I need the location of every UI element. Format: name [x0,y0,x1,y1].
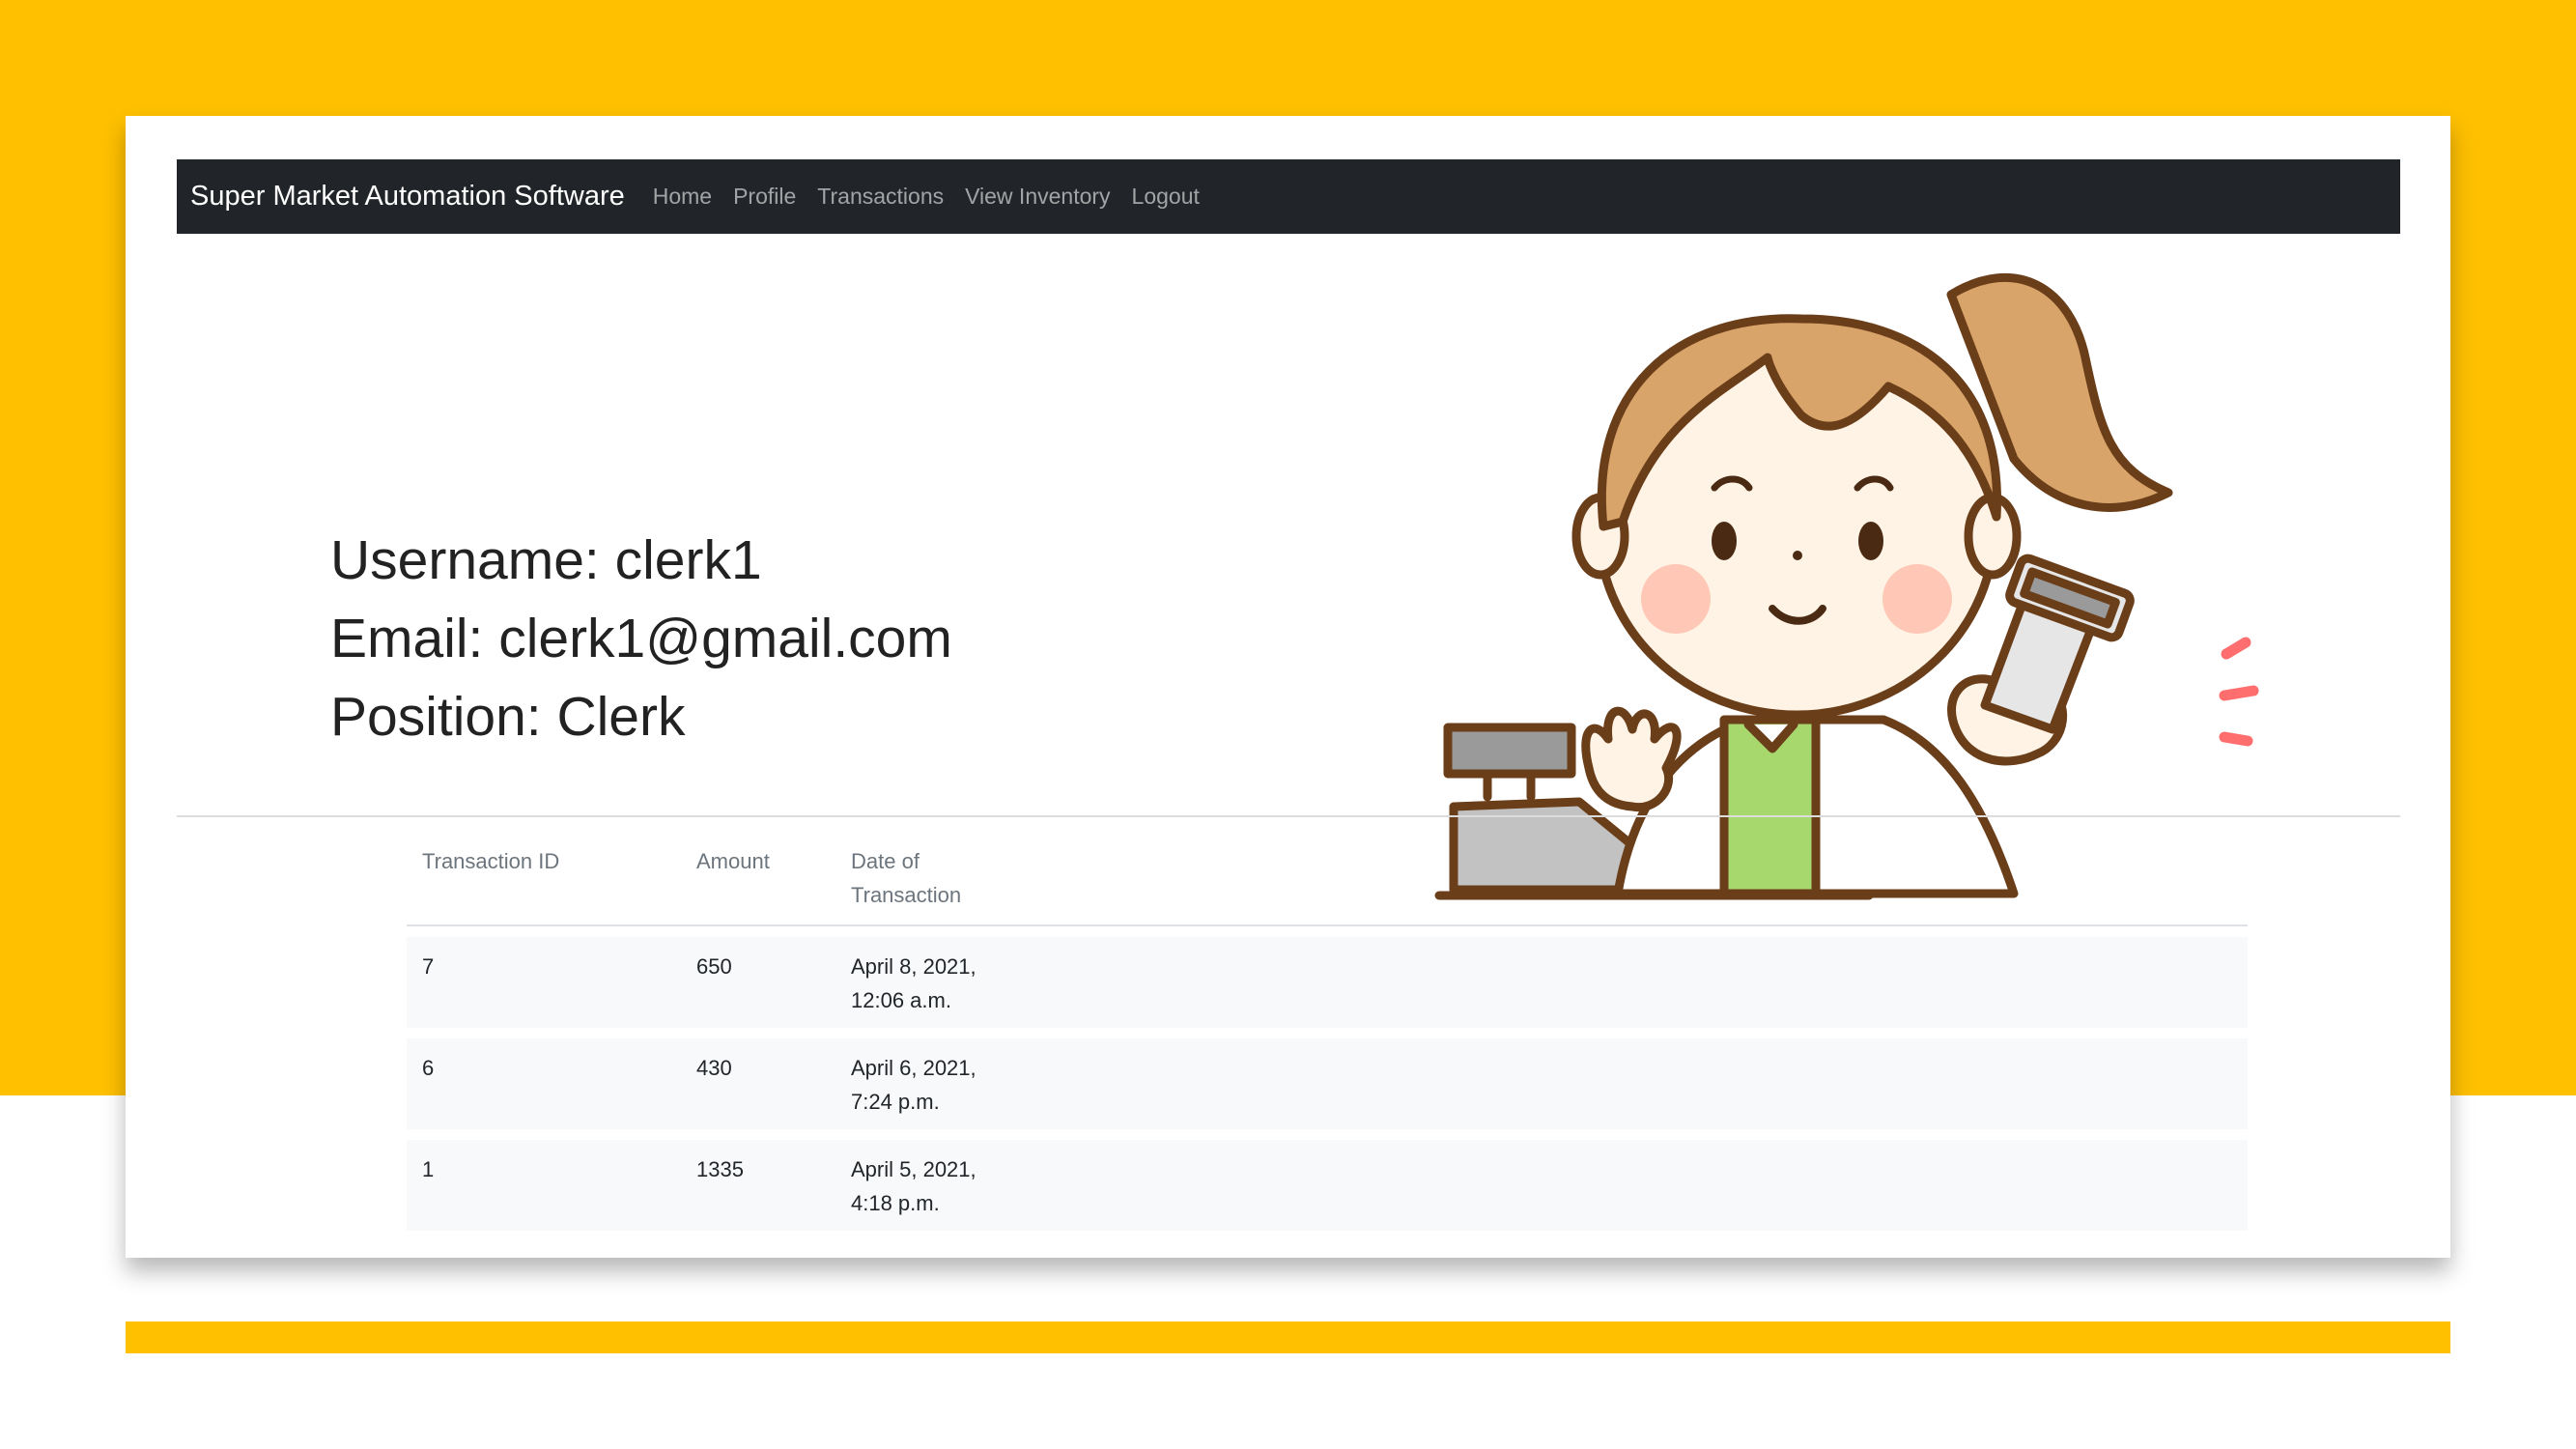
nav-logout[interactable]: Logout [1132,184,1200,210]
register-display-icon [1443,723,1576,779]
navbar: Super Market Automation Software Home Pr… [177,159,2400,234]
waving-hand-icon [1581,706,1682,812]
cell-transaction-id: 1 [422,1157,435,1181]
nav-view-inventory[interactable]: View Inventory [965,184,1110,210]
header-transaction-id: Transaction ID [422,849,560,873]
cell-amount: 1335 [696,1157,744,1181]
page-card: Super Market Automation Software Home Pr… [126,116,2450,1258]
cell-amount: 430 [696,1056,732,1080]
cashier-illustration [1434,273,2259,900]
beep-marks-icon [2219,637,2259,747]
cell-transaction-id: 7 [422,954,435,979]
table-row: 1 1335 April 5, 2021, 4:18 p.m. [407,1140,2248,1231]
cell-date: April 8, 2021, 12:06 a.m. [851,954,977,1012]
nav-transactions[interactable]: Transactions [817,184,944,210]
header-date: Date of Transaction [851,849,962,907]
header-amount: Amount [696,849,770,873]
nav-home[interactable]: Home [653,184,712,210]
profile-info: Username: clerk1 Email: clerk1@gmail.com… [330,522,952,756]
cell-date: April 5, 2021, 4:18 p.m. [851,1157,977,1215]
table-row: 7 650 April 8, 2021, 12:06 a.m. [407,937,2248,1028]
cell-date: April 6, 2021, 7:24 p.m. [851,1056,977,1114]
cell-transaction-id: 6 [422,1056,435,1080]
nav-profile[interactable]: Profile [733,184,796,210]
position-text: Position: Clerk [330,686,686,748]
yellow-background-bar [126,1321,2450,1353]
navbar-brand[interactable]: Super Market Automation Software [190,181,625,213]
email-text: Email: clerk1@gmail.com [330,608,952,669]
cell-amount: 650 [696,954,732,979]
section-divider [177,815,2400,817]
username-text: Username: clerk1 [330,529,762,591]
table-row: 6 430 April 6, 2021, 7:24 p.m. [407,1038,2248,1129]
transactions-table: Transaction ID Amount Date of Transactio… [407,836,2248,1231]
table-header: Transaction ID Amount Date of Transactio… [407,836,2248,926]
cheek-icon [1641,564,1711,634]
